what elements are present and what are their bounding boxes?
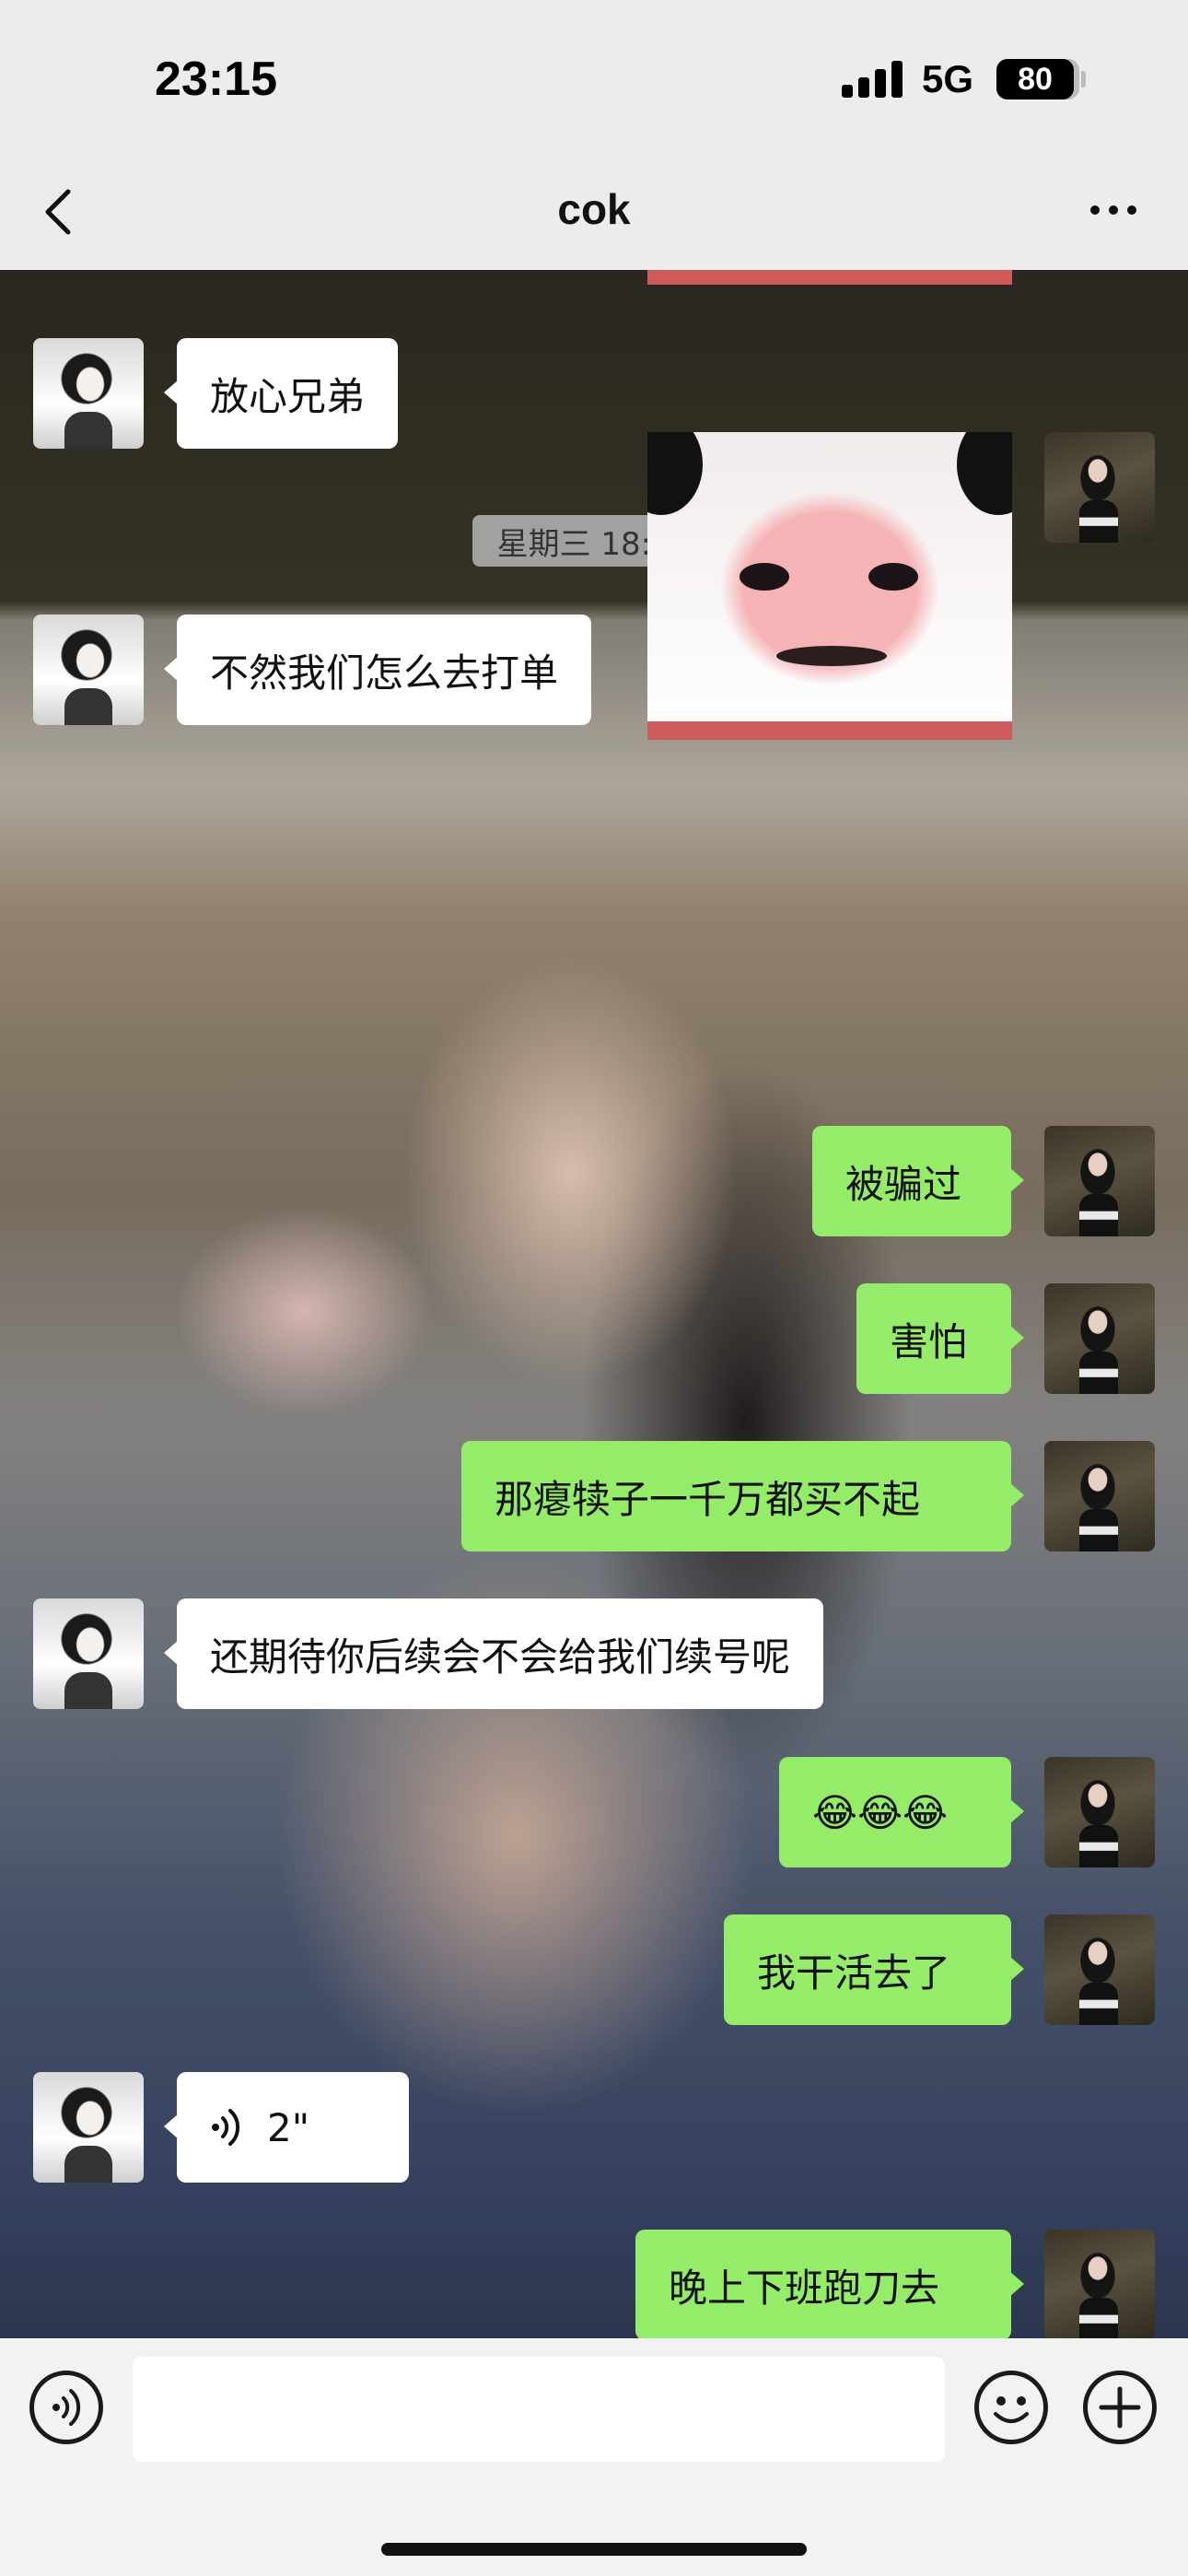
message-input[interactable] (133, 2357, 945, 2462)
previous-sticker-partial (647, 270, 1012, 285)
contact-avatar[interactable] (33, 338, 144, 449)
my-avatar[interactable] (1044, 1757, 1155, 1868)
voice-message-bubble[interactable]: 2" (164, 2072, 409, 2183)
smiley-icon (994, 2396, 1029, 2423)
my-avatar[interactable] (1044, 1283, 1155, 1394)
contact-avatar[interactable] (33, 2072, 144, 2183)
voice-wave-icon (212, 2109, 240, 2146)
battery-tip (1081, 71, 1086, 88)
my-avatar[interactable] (1044, 1126, 1155, 1236)
network-type: 5G (922, 57, 974, 100)
pink-panda-face-sticker[interactable] (647, 432, 1012, 740)
my-avatar[interactable] (1044, 2230, 1155, 2338)
emoji-button[interactable] (974, 2371, 1048, 2444)
my-avatar[interactable] (1044, 1441, 1155, 1551)
voice-input-button[interactable] (29, 2371, 103, 2444)
home-indicator[interactable] (381, 2543, 807, 2556)
message-bubble-outgoing[interactable]: 被骗过 (812, 1126, 1024, 1236)
ellipsis-icon[interactable] (1087, 201, 1142, 219)
message-bubble-outgoing[interactable]: 我干活去了 (724, 1914, 1024, 2025)
cellular-signal-icon (842, 61, 906, 98)
my-avatar[interactable] (1044, 432, 1155, 543)
voice-wave-icon (52, 2389, 81, 2426)
voice-duration: 2" (267, 2104, 310, 2150)
chat-title: cok (557, 185, 631, 233)
more-functions-button[interactable] (1083, 2371, 1157, 2444)
contact-avatar[interactable] (33, 615, 144, 725)
message-bubble-incoming[interactable]: 放心兄弟 (163, 338, 399, 449)
status-time: 23:15 (155, 53, 277, 106)
message-list[interactable]: 放心兄弟 星期三 18:57 不然我们怎么去打单 被骗过 害怕 那瘪犊子一千万都… (0, 270, 1188, 2338)
message-bubble-incoming[interactable]: 不然我们怎么去打单 (163, 615, 592, 725)
message-bubble-outgoing[interactable]: 😂😂😂 (779, 1757, 1024, 1868)
message-bubble-outgoing[interactable]: 害怕 (856, 1283, 1024, 1394)
my-avatar[interactable] (1044, 1914, 1155, 2025)
plus-icon (1099, 2386, 1141, 2429)
input-bar (0, 2338, 1188, 2576)
battery-level: 80 (996, 59, 1074, 100)
message-bubble-incoming[interactable]: 还期待你后续会不会给我们续号呢 (163, 1598, 824, 1709)
status-bar: 23:15 5G 80 (0, 0, 1188, 157)
chat-header: cok (0, 157, 1188, 270)
message-bubble-outgoing[interactable]: 晚上下班跑刀去 (635, 2230, 1024, 2338)
message-bubble-outgoing[interactable]: 那瘪犊子一千万都买不起 (461, 1441, 1024, 1551)
contact-avatar[interactable] (33, 1598, 144, 1709)
